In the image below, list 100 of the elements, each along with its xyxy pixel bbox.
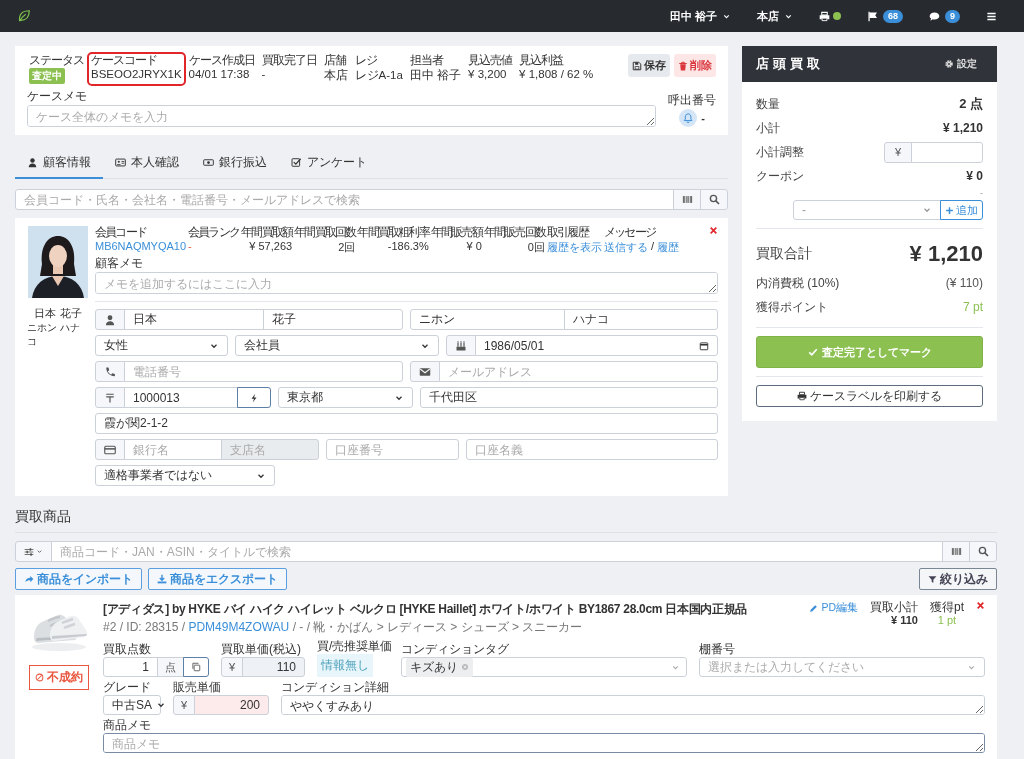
bell-icon[interactable] bbox=[679, 109, 698, 127]
edit-link[interactable]: PD編集 bbox=[809, 601, 858, 615]
field-label: 獲得ポイント bbox=[756, 298, 828, 316]
money-icon bbox=[203, 157, 214, 168]
customer-kana: ニホン ハナコ bbox=[27, 321, 81, 349]
remove-icon bbox=[461, 663, 469, 671]
cake-icon bbox=[455, 339, 467, 352]
field-label: 内消費税 (10%) bbox=[756, 274, 840, 292]
pencil-icon bbox=[809, 603, 819, 613]
price-field[interactable]: 110 bbox=[242, 657, 305, 677]
printer-icon bbox=[797, 391, 807, 401]
field-label: 買取合計 bbox=[756, 245, 812, 263]
field-value: ¥ 1,210 bbox=[942, 121, 983, 135]
first-name-field[interactable]: 花子 bbox=[263, 309, 403, 330]
menu-button[interactable] bbox=[986, 10, 997, 22]
funnel-icon bbox=[928, 574, 937, 584]
delete-button[interactable]: 削除 bbox=[674, 54, 716, 77]
memo-field[interactable]: ケース全体のメモを入力 bbox=[27, 105, 656, 127]
field-label: 獲得pt bbox=[930, 601, 964, 614]
quantity-field[interactable]: 1 bbox=[103, 657, 158, 677]
remove-button[interactable] bbox=[976, 601, 985, 610]
occupation-select[interactable]: 会社員 bbox=[235, 335, 439, 356]
link[interactable]: PDM49M4ZOWAU bbox=[188, 620, 290, 634]
bank-name-field[interactable]: 銀行名 bbox=[124, 439, 222, 460]
field-value: (¥ 110) bbox=[945, 276, 983, 290]
grade-select[interactable]: 中古SA bbox=[103, 695, 161, 715]
sale-price-field[interactable]: 200 bbox=[194, 695, 269, 715]
field-label: クーポン bbox=[756, 167, 804, 185]
copy-button[interactable] bbox=[183, 657, 209, 677]
field-label: 担当者 bbox=[409, 54, 445, 67]
search-button[interactable] bbox=[969, 541, 997, 562]
field-label: 店舗 bbox=[323, 54, 347, 67]
field-label: 棚番号 bbox=[699, 643, 736, 656]
email-field[interactable]: メールアドレス bbox=[439, 361, 718, 382]
autofill-button[interactable] bbox=[237, 387, 271, 408]
separator: / bbox=[650, 240, 654, 254]
print-label-button[interactable]: ケースラベルを印刷する bbox=[756, 385, 983, 407]
tags-field[interactable]: キズあり bbox=[401, 657, 687, 677]
field-value: ¥ 1,808 / 62 % bbox=[519, 68, 594, 80]
prefecture-select[interactable]: 東京都 bbox=[278, 387, 413, 408]
store-menu[interactable]: 本店 bbox=[756, 8, 793, 24]
memo-field[interactable]: 商品メモ bbox=[103, 733, 985, 753]
tab[interactable]: アンケート bbox=[279, 149, 379, 179]
field-label: 買/売推奨単価 bbox=[317, 640, 389, 653]
first-kana-field[interactable]: ハナコ bbox=[563, 309, 718, 330]
filter-options-button[interactable] bbox=[15, 541, 52, 562]
account-holder-field[interactable]: 口座名義 bbox=[466, 439, 718, 460]
total-value: ¥ 1,210 bbox=[909, 241, 983, 267]
user-menu[interactable]: 田中 裕子 bbox=[669, 8, 731, 24]
id-card-icon bbox=[115, 157, 126, 168]
field-value: 0回 bbox=[526, 240, 545, 255]
search-button[interactable] bbox=[700, 189, 728, 210]
save-button[interactable]: 保存 bbox=[628, 54, 670, 77]
menu-icon bbox=[986, 10, 997, 22]
barcode-button[interactable] bbox=[942, 541, 970, 562]
last-kana-field[interactable]: ニホン bbox=[410, 309, 565, 330]
field-label: 小計調整 bbox=[756, 143, 804, 161]
product-title: [アディダス] by HYKE バイ ハイク ハイレット ベルクロ [HYKE Haillet] ホワイト/ホワイト BY1867 28.0cm 日本国内正規品 bbox=[103, 601, 749, 618]
field-value: 田中 裕子 bbox=[409, 68, 462, 83]
condition-field[interactable]: ややくすみあり bbox=[281, 695, 985, 715]
tag[interactable]: キズあり bbox=[406, 657, 473, 677]
link[interactable]: MB6NAQMYQA10 bbox=[95, 240, 187, 252]
memo-field[interactable]: メモを追加するにはここに入力 bbox=[95, 272, 718, 294]
field-label: 呼出番号 bbox=[668, 94, 716, 107]
postal-code-field[interactable]: 1000013 bbox=[124, 387, 238, 408]
add-button[interactable]: 追加 bbox=[940, 200, 983, 220]
search-field[interactable]: 会員コード・氏名・会社名・電話番号・メールアドレスで検索 bbox=[15, 189, 674, 210]
barcode-button[interactable] bbox=[673, 189, 701, 210]
tab[interactable]: 顧客情報 bbox=[15, 149, 103, 179]
account-number-field[interactable]: 口座番号 bbox=[326, 439, 459, 460]
link[interactable]: 履歴 bbox=[657, 240, 679, 255]
tab[interactable]: 銀行振込 bbox=[191, 149, 279, 179]
gender-select[interactable]: 女性 bbox=[95, 335, 228, 356]
section-title: 買取商品 bbox=[15, 508, 72, 526]
city-field[interactable]: 千代田区 bbox=[420, 387, 718, 408]
field-label: コンディション詳細 bbox=[281, 681, 390, 694]
plus-icon bbox=[945, 205, 954, 215]
share-arrow-icon bbox=[24, 574, 34, 584]
invoice-status-select[interactable]: 適格事業者ではない bbox=[95, 465, 275, 486]
link[interactable]: 履歴を表示 bbox=[546, 240, 602, 255]
adjustment-field[interactable] bbox=[911, 141, 983, 163]
printer-status-button[interactable] bbox=[818, 10, 841, 22]
last-name-field[interactable]: 日本 bbox=[124, 309, 264, 330]
field-value: ¥ 0 bbox=[465, 240, 482, 252]
filter-button[interactable]: 絞り込み bbox=[919, 568, 997, 590]
phone-field[interactable]: 電話番号 bbox=[124, 361, 403, 382]
customer-name: 日本 花子 bbox=[34, 306, 82, 321]
settings-button[interactable]: 設定 bbox=[938, 56, 983, 72]
barcode-icon bbox=[681, 194, 693, 205]
field-label: 取引履歴 bbox=[546, 226, 590, 239]
count-badge: 68 bbox=[882, 9, 903, 23]
address-field[interactable]: 霞が関2-1-2 bbox=[95, 413, 718, 434]
search-field[interactable]: 商品コード・JAN・ASIN・タイトルで検索 bbox=[51, 541, 943, 562]
card-icon bbox=[104, 443, 116, 456]
date-field[interactable]: 1986/05/01 bbox=[475, 335, 718, 356]
printer-icon bbox=[818, 10, 830, 22]
field-label: ステータス bbox=[29, 54, 84, 67]
tab[interactable]: 本人確認 bbox=[103, 149, 191, 179]
link[interactable]: 送信する bbox=[603, 240, 648, 255]
field-value: 04/01 17:38 bbox=[188, 68, 251, 80]
